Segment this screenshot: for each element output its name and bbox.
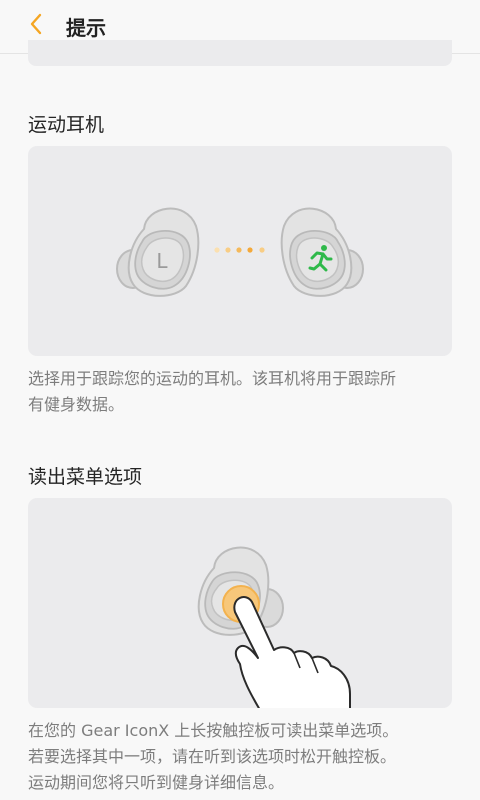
previous-card-fragment bbox=[28, 40, 452, 66]
read-menu-description: 在您的 Gear IconX 上长按触控板可读出菜单选项。 若要选择其中一项，请… bbox=[28, 721, 399, 792]
connection-dots bbox=[214, 247, 265, 253]
chevron-left-icon bbox=[28, 12, 44, 40]
finger-tap-earbud-icon bbox=[197, 546, 351, 708]
sport-earbud-illustration-card: L bbox=[28, 146, 452, 356]
left-earbud-icon: L bbox=[116, 207, 200, 297]
sport-earbud-description: 选择用于跟踪您的运动的耳机。该耳机将用于跟踪所 有健身数据。 bbox=[28, 369, 397, 414]
page-title: 提示 bbox=[66, 16, 106, 40]
section-title-sport-earbud: 运动耳机 bbox=[28, 114, 105, 136]
left-earbud-label: L bbox=[156, 249, 168, 273]
read-menu-illustration-card bbox=[28, 498, 452, 708]
section-title-read-menu: 读出菜单选项 bbox=[28, 466, 143, 488]
right-earbud-icon bbox=[280, 207, 364, 297]
